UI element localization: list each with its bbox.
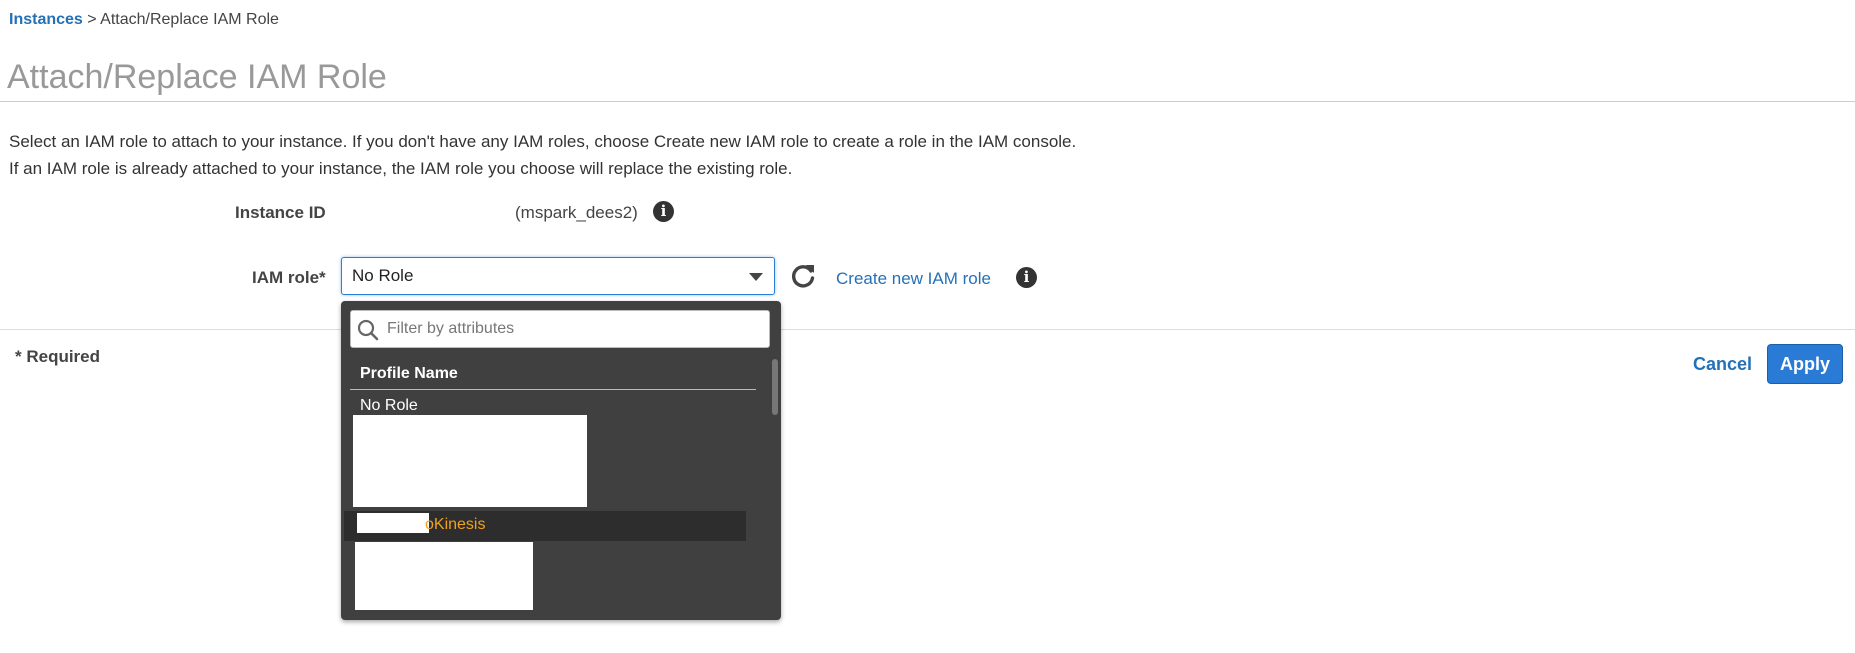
breadcrumb: Instances > Attach/Replace IAM Role — [9, 11, 279, 29]
instance-id-value: (mspark_dees2) — [515, 203, 638, 222]
iam-role-dropdown: Profile Name No Role oKinesis — [341, 301, 781, 620]
apply-button[interactable]: Apply — [1767, 344, 1843, 384]
dropdown-option-partial[interactable] — [358, 607, 528, 619]
form-divider — [0, 329, 1855, 330]
title-divider — [0, 101, 1855, 102]
dropdown-option-kinesis-label: oKinesis — [425, 516, 486, 533]
filter-input[interactable] — [387, 312, 761, 346]
cancel-button[interactable]: Cancel — [1693, 354, 1752, 375]
iam-role-select[interactable]: No Role — [341, 257, 775, 295]
page-title: Attach/Replace IAM Role — [7, 58, 387, 96]
chevron-down-icon[interactable] — [749, 273, 763, 281]
info-icon[interactable]: i — [653, 201, 674, 222]
search-icon — [357, 319, 379, 341]
refresh-icon[interactable] — [790, 262, 816, 290]
iam-role-label: IAM role* — [252, 268, 326, 287]
iam-role-selected-value: No Role — [352, 266, 414, 285]
page-description: Select an IAM role to attach to your ins… — [9, 128, 1076, 182]
description-line-1: Select an IAM role to attach to your ins… — [9, 132, 1077, 151]
filter-box — [350, 310, 770, 348]
redacted-block — [357, 513, 429, 533]
dropdown-option-redacted[interactable] — [355, 542, 533, 610]
breadcrumb-instances-link[interactable]: Instances — [9, 11, 83, 28]
column-header-divider — [350, 389, 756, 390]
breadcrumb-separator: > — [87, 11, 97, 28]
breadcrumb-current: Attach/Replace IAM Role — [100, 11, 279, 28]
dropdown-option-redacted[interactable] — [353, 415, 587, 507]
dropdown-scrollbar[interactable] — [772, 359, 778, 415]
instance-id-label: Instance ID — [235, 203, 326, 222]
create-new-iam-role-link[interactable]: Create new IAM role — [836, 269, 991, 289]
dropdown-option-no-role[interactable]: No Role — [360, 397, 418, 415]
column-header-profile-name: Profile Name — [360, 365, 458, 382]
required-note: * Required — [15, 347, 101, 366]
info-icon[interactable]: i — [1016, 267, 1037, 288]
description-line-2: If an IAM role is already attached to yo… — [9, 159, 793, 178]
